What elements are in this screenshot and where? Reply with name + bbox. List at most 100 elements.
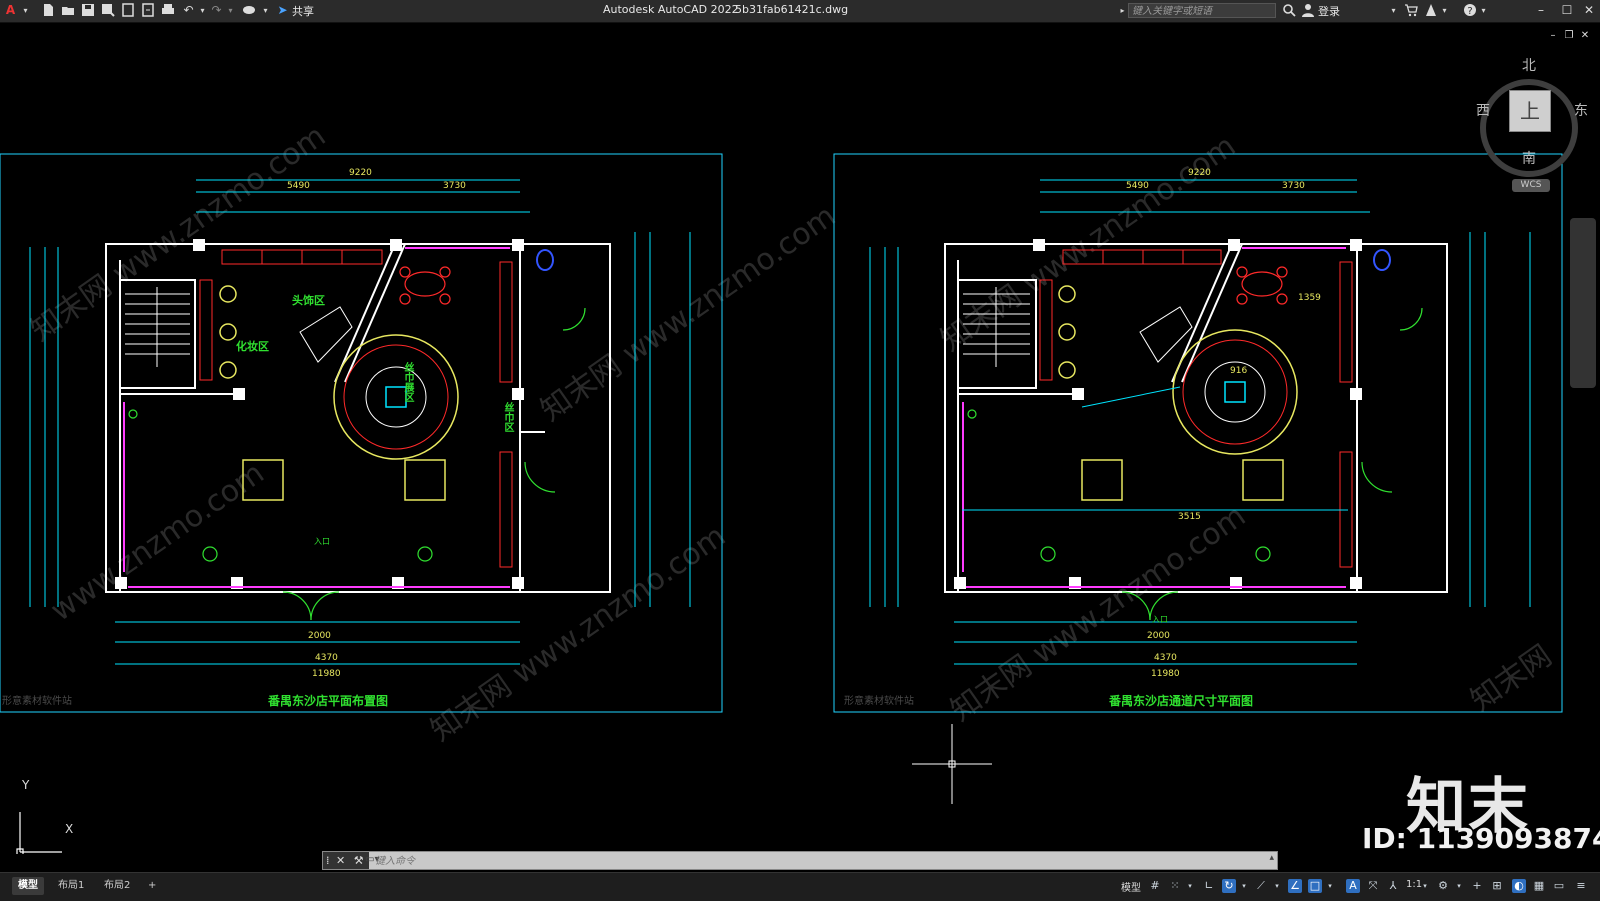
annotation-scale-icon[interactable]: ⅄	[1386, 879, 1400, 893]
isodraft-chevron-icon[interactable]: ▾	[1270, 879, 1284, 893]
isodraft-icon[interactable]: ⟋	[1254, 879, 1268, 893]
workspace-chevron-icon[interactable]: ▾	[1452, 879, 1466, 893]
clean-screen-icon[interactable]: ▭	[1552, 879, 1566, 893]
close-icon[interactable]: ✕	[1580, 2, 1598, 18]
search-icon[interactable]	[1281, 3, 1296, 18]
entrance-label: 入口	[1152, 615, 1168, 624]
polar-chevron-icon[interactable]: ▾	[1237, 879, 1251, 893]
plot-icon[interactable]	[160, 3, 175, 18]
snap-icon[interactable]: ⁙	[1168, 879, 1182, 893]
navigation-bar[interactable]	[1570, 218, 1596, 388]
annotation-visibility-icon[interactable]: A	[1346, 879, 1360, 893]
web-open-icon[interactable]	[120, 3, 135, 18]
save-icon[interactable]	[80, 3, 95, 18]
ucs-x-label: X	[65, 822, 74, 836]
command-line[interactable]: ⁞ ✕ ⚒ ▭▾ ▴	[322, 851, 1278, 870]
login-label[interactable]: 登录	[1318, 3, 1340, 19]
ucs-icon	[16, 812, 62, 854]
dim-text: 4370	[315, 653, 338, 663]
command-line-grip-icon[interactable]: ⁞	[326, 854, 330, 867]
hardware-acceleration-icon[interactable]: ▦	[1532, 879, 1546, 893]
zone-label: 化妆区	[236, 340, 269, 353]
object-snap-icon[interactable]: □	[1308, 879, 1322, 893]
right-plan	[833, 153, 1563, 713]
workspace-icon[interactable]	[241, 3, 256, 18]
dim-text: 11980	[312, 669, 341, 679]
workspace-switch-icon[interactable]: ⚙	[1436, 879, 1450, 893]
id-watermark: ID: 1139093874	[1362, 822, 1600, 855]
dim-text: 3730	[443, 181, 466, 191]
app-menu-chevron-icon[interactable]: ▾	[18, 3, 33, 18]
customization-menu-icon[interactable]: ≡	[1574, 879, 1588, 893]
osnap-chevron-icon[interactable]: ▾	[1323, 879, 1337, 893]
svg-text:知末网 www.znzmo.com: 知末网 www.znzmo.com	[425, 519, 733, 749]
zone-label: 丝巾展区	[402, 362, 413, 402]
autodesk-a360-icon[interactable]	[1423, 3, 1438, 18]
open-icon[interactable]	[60, 3, 75, 18]
customize-chevron-icon[interactable]: ▾	[258, 3, 273, 18]
ortho-icon[interactable]: ∟	[1202, 879, 1216, 893]
polar-tracking-icon[interactable]: ↻	[1222, 879, 1236, 893]
viewcube-north[interactable]: 北	[1522, 55, 1536, 75]
viewcube-top-face[interactable]: 上	[1509, 90, 1551, 132]
wcs-menu-button[interactable]: WCS	[1512, 179, 1550, 192]
grid-icon[interactable]: #	[1148, 879, 1162, 893]
share-label[interactable]: 共享	[292, 3, 314, 19]
isolate-objects-icon[interactable]: ◐	[1512, 879, 1526, 893]
login-chevron-icon[interactable]: ▾	[1386, 3, 1401, 18]
dim-text: 1359	[1298, 293, 1321, 303]
dim-text: 5490	[287, 181, 310, 191]
close-command-line-icon[interactable]: ✕	[336, 854, 345, 867]
autoscale-icon[interactable]: ⤧	[1366, 879, 1380, 893]
brand-watermark-left: 形意素材软件站	[2, 696, 72, 707]
dim-text: 11980	[1151, 669, 1180, 679]
tab-layout1[interactable]: 布局1	[52, 877, 90, 895]
drawing-canvas[interactable]: – ❐ ✕ 知末网 www.znzmo.com 知末网 www.znzmo.co…	[0, 22, 1600, 855]
a360-chevron-icon[interactable]: ▾	[1437, 3, 1452, 18]
entrance-label: 入口	[314, 537, 330, 546]
minimize-icon[interactable]: –	[1532, 2, 1550, 18]
units-icon[interactable]: ⊞	[1490, 879, 1504, 893]
web-save-icon[interactable]	[140, 3, 155, 18]
status-bar: 模型 布局1 布局2 + 模型 # ⁙ ▾ ∟ ↻ ▾ ⟋ ▾ ∠ □ ▾ A …	[0, 872, 1600, 901]
viewcube-west[interactable]: 西	[1476, 100, 1490, 120]
svg-text:知末网: 知末网	[1465, 638, 1559, 718]
command-input[interactable]	[373, 853, 1237, 870]
maximize-icon[interactable]: ☐	[1558, 2, 1576, 18]
command-history-chevron-icon[interactable]: ▴	[1269, 853, 1274, 863]
annotation-monitor-icon[interactable]: +	[1470, 879, 1484, 893]
dim-text: 3730	[1282, 181, 1305, 191]
model-space-label[interactable]: 模型	[1121, 879, 1141, 894]
scale-chevron-icon[interactable]: ▾	[1418, 879, 1432, 893]
search-input[interactable]: 键入关键字或短语	[1128, 3, 1276, 18]
tab-model[interactable]: 模型	[12, 877, 44, 895]
add-layout-button[interactable]: +	[142, 877, 162, 895]
svg-text:知末网 www.znzmo.com: 知末网 www.znzmo.com	[535, 199, 843, 429]
new-file-icon[interactable]	[40, 3, 55, 18]
cart-icon[interactable]	[1403, 3, 1418, 18]
snap-chevron-icon[interactable]: ▾	[1183, 879, 1197, 893]
brand-watermark-right: 形意素材软件站	[844, 696, 914, 707]
share-icon[interactable]: ➤	[275, 3, 290, 18]
cad-drawing: 知末网 www.znzmo.com 知末网 www.znzmo.com www.…	[0, 79, 1578, 854]
redo-icon[interactable]: ↷	[209, 3, 224, 18]
dim-text: 3515	[1178, 512, 1201, 522]
user-icon[interactable]	[1300, 3, 1315, 18]
object-snap-tracking-icon[interactable]: ∠	[1288, 879, 1302, 893]
dim-text: 9220	[1188, 168, 1211, 178]
save-as-icon[interactable]	[100, 3, 115, 18]
undo-icon[interactable]: ↶	[181, 3, 196, 18]
autocad-logo-icon[interactable]: A	[3, 3, 18, 18]
tab-layout2[interactable]: 布局2	[98, 877, 136, 895]
help-icon[interactable]: ?	[1462, 3, 1477, 18]
viewcube-south[interactable]: 南	[1522, 148, 1536, 168]
viewcube-east[interactable]: 东	[1574, 100, 1588, 120]
right-sheet-title: 番禺东沙店通道尺寸平面图	[1109, 694, 1254, 708]
customize-icon[interactable]: ⚒	[354, 854, 364, 867]
command-line-toolbar: ⁞ ✕ ⚒	[323, 852, 369, 869]
undo-chevron-icon[interactable]: ▾	[195, 3, 210, 18]
help-chevron-icon[interactable]: ▾	[1476, 3, 1491, 18]
dim-text: 4370	[1154, 653, 1177, 663]
svg-text:?: ?	[1467, 6, 1472, 17]
redo-chevron-icon[interactable]: ▾	[223, 3, 238, 18]
